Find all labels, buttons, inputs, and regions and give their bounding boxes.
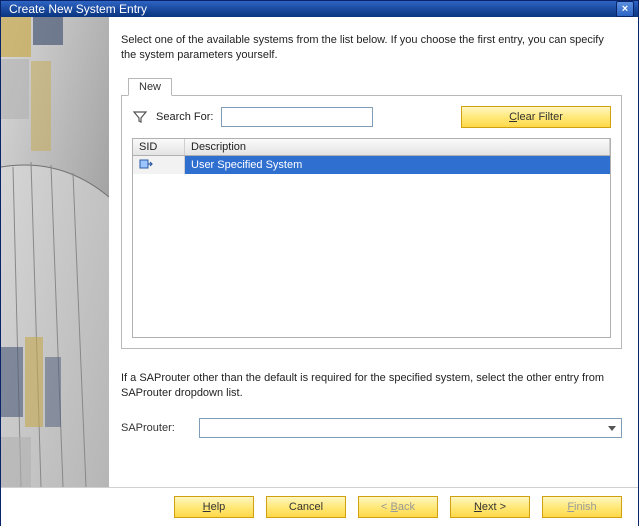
close-button[interactable]: ×	[616, 1, 634, 17]
saprouter-dropdown[interactable]	[199, 418, 622, 438]
wizard-side-image	[1, 17, 109, 487]
close-icon: ×	[622, 3, 628, 15]
instructions-text: Select one of the available systems from…	[121, 33, 622, 63]
saprouter-value	[200, 424, 212, 428]
filter-icon[interactable]	[132, 109, 148, 125]
finish-button: Finish	[542, 496, 622, 518]
tab-new[interactable]: New	[128, 78, 172, 96]
help-button[interactable]: Help	[174, 496, 254, 518]
next-button[interactable]: Next >	[450, 496, 530, 518]
back-button: < Back	[358, 496, 438, 518]
col-header-sid[interactable]: SID	[133, 139, 185, 155]
tab-label: New	[139, 81, 161, 93]
cancel-button[interactable]: Cancel	[266, 496, 346, 518]
system-row-icon	[133, 156, 185, 174]
saprouter-label: SAProuter:	[121, 422, 175, 434]
col-header-description[interactable]: Description	[185, 139, 610, 155]
button-bar: Help Cancel < Back Next > Finish	[1, 487, 638, 526]
saprouter-help-text: If a SAProuter other than the default is…	[121, 371, 622, 401]
cell-description: User Specified System	[185, 158, 610, 172]
table-row[interactable]: User Specified System	[133, 156, 610, 174]
titlebar: Create New System Entry ×	[1, 1, 638, 17]
saprouter-row: SAProuter:	[121, 418, 622, 438]
grid-header: SID Description	[133, 139, 610, 156]
window-body: Select one of the available systems from…	[1, 17, 638, 526]
window-title: Create New System Entry	[9, 2, 616, 16]
systems-panel: New Search For: Clear Filter	[121, 95, 622, 349]
search-label: Search For:	[156, 111, 213, 123]
content-area: Select one of the available systems from…	[1, 17, 638, 487]
main-panel: Select one of the available systems from…	[109, 17, 638, 487]
clear-filter-button[interactable]: Clear Filter	[461, 106, 611, 128]
wizard-window: Create New System Entry ×	[0, 0, 639, 526]
search-row: Search For: Clear Filter	[122, 96, 621, 136]
systems-grid[interactable]: SID Description User Specified System	[132, 138, 611, 338]
search-input[interactable]	[221, 107, 373, 127]
